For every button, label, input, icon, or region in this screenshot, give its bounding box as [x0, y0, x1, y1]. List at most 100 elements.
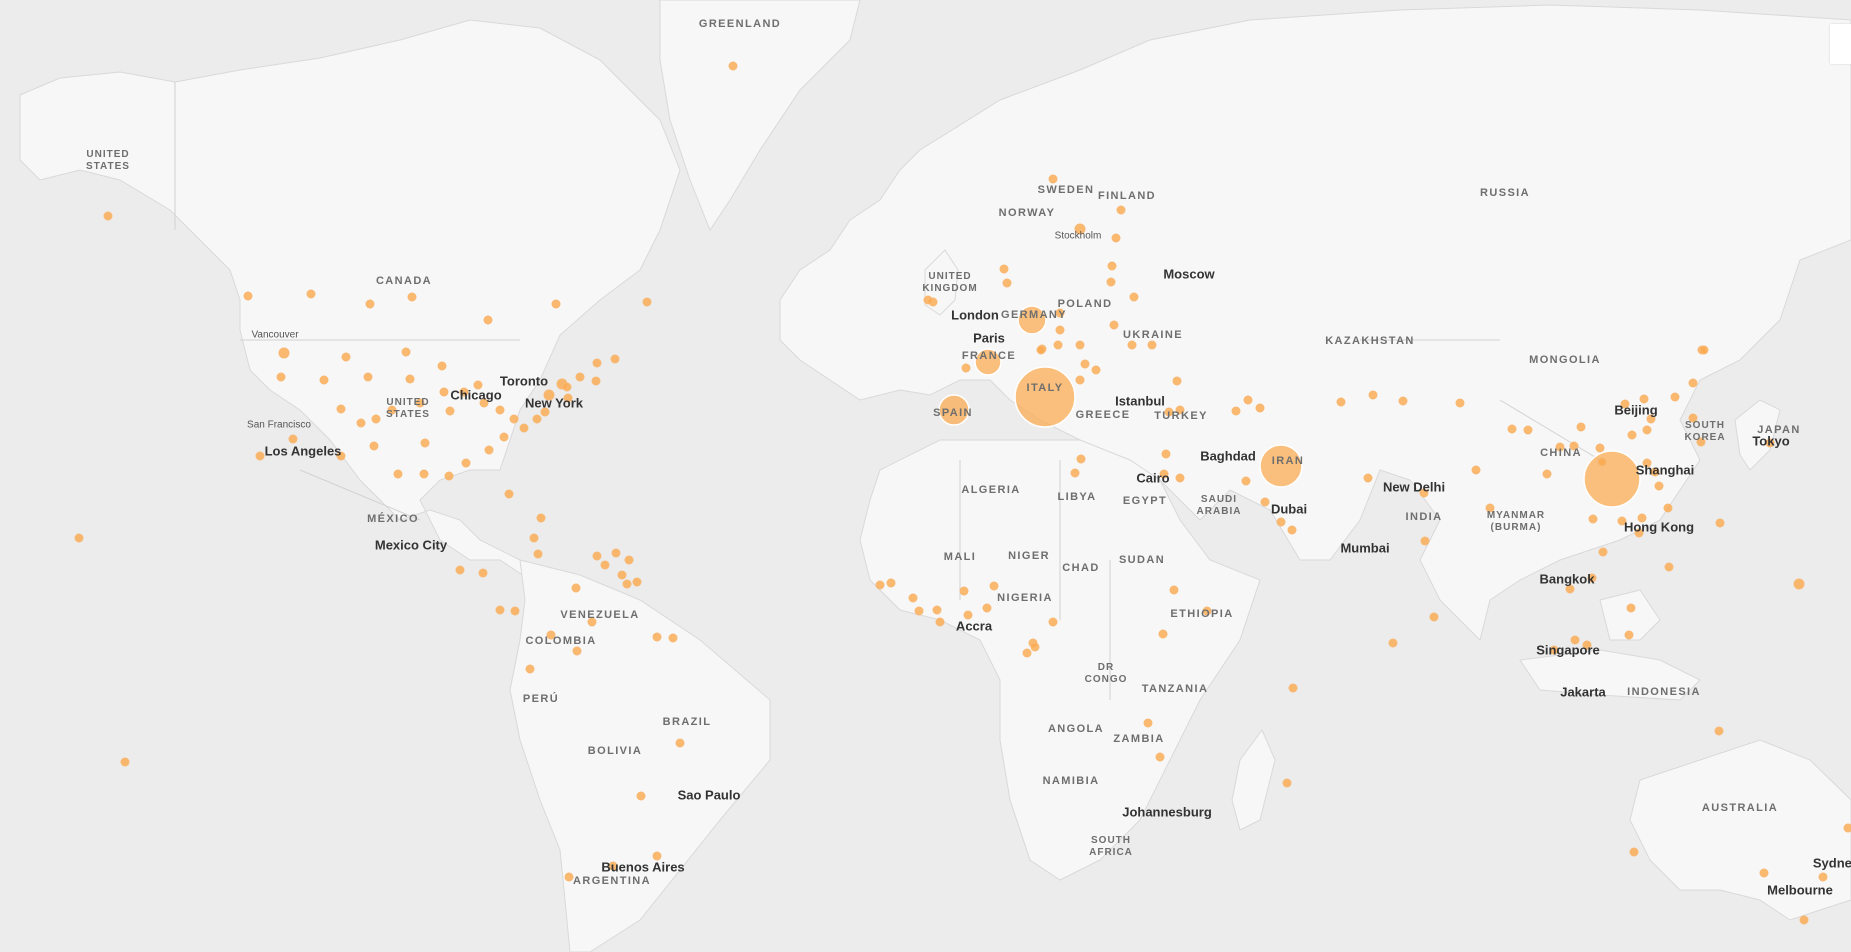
case-marker[interactable]	[546, 630, 556, 640]
case-marker[interactable]	[1642, 458, 1652, 468]
case-marker[interactable]	[608, 861, 618, 871]
case-marker[interactable]	[1843, 823, 1851, 833]
case-marker[interactable]	[393, 469, 403, 479]
case-marker[interactable]	[728, 61, 738, 71]
case-marker[interactable]	[341, 352, 351, 362]
case-marker[interactable]	[1175, 405, 1185, 415]
case-marker[interactable]	[1127, 340, 1137, 350]
case-marker[interactable]	[1419, 488, 1429, 498]
case-marker[interactable]	[371, 414, 381, 424]
case-marker[interactable]	[1595, 443, 1605, 453]
case-marker[interactable]	[1646, 414, 1656, 424]
case-marker[interactable]	[1076, 454, 1086, 464]
case-marker[interactable]	[564, 872, 574, 882]
case-marker[interactable]	[439, 387, 449, 397]
case-marker[interactable]	[908, 593, 918, 603]
case-marker[interactable]	[1080, 359, 1090, 369]
case-marker[interactable]	[959, 586, 969, 596]
case-marker[interactable]	[1617, 516, 1627, 526]
case-marker[interactable]	[587, 617, 597, 627]
case-marker[interactable]	[652, 851, 662, 861]
map-control-panel[interactable]	[1830, 24, 1851, 64]
case-marker[interactable]	[1455, 398, 1465, 408]
case-marker[interactable]	[288, 434, 298, 444]
case-marker[interactable]	[591, 376, 601, 386]
case-marker[interactable]	[1116, 205, 1126, 215]
case-marker[interactable]	[1663, 503, 1673, 513]
case-marker[interactable]	[1639, 394, 1649, 404]
case-marker[interactable]	[1627, 430, 1637, 440]
case-marker[interactable]	[1107, 261, 1117, 271]
case-marker[interactable]	[1597, 457, 1607, 467]
case-marker[interactable]	[572, 646, 582, 656]
case-marker[interactable]	[1624, 630, 1634, 640]
case-marker[interactable]	[445, 406, 455, 416]
case-marker[interactable]	[1111, 233, 1121, 243]
case-marker[interactable]	[1629, 847, 1639, 857]
case-marker[interactable]	[1637, 513, 1647, 523]
case-marker[interactable]	[600, 560, 610, 570]
case-marker[interactable]	[675, 738, 685, 748]
case-marker[interactable]	[632, 577, 642, 587]
case-marker[interactable]	[1642, 425, 1652, 435]
case-marker[interactable]	[1155, 752, 1165, 762]
case-marker[interactable]	[932, 605, 942, 615]
case-marker[interactable]	[1202, 606, 1212, 616]
case-marker[interactable]	[1036, 345, 1046, 355]
case-marker[interactable]	[319, 375, 329, 385]
case-marker[interactable]	[1147, 340, 1157, 350]
case-marker[interactable]	[935, 617, 945, 627]
case-marker[interactable]	[1542, 469, 1552, 479]
case-marker[interactable]	[1053, 340, 1063, 350]
case-marker[interactable]	[982, 603, 992, 613]
case-marker[interactable]	[529, 533, 539, 543]
case-marker[interactable]	[1576, 422, 1586, 432]
case-marker[interactable]	[120, 757, 130, 767]
case-marker[interactable]	[1799, 915, 1809, 925]
case-marker[interactable]	[1048, 174, 1058, 184]
case-marker[interactable]	[1696, 437, 1706, 447]
case-marker[interactable]	[444, 471, 454, 481]
case-marker[interactable]	[1106, 277, 1116, 287]
case-marker[interactable]	[499, 432, 509, 442]
case-marker[interactable]	[1175, 473, 1185, 483]
case-marker[interactable]	[483, 315, 493, 325]
case-marker[interactable]	[1634, 528, 1644, 538]
case-marker[interactable]	[875, 580, 885, 590]
case-marker[interactable]	[1055, 308, 1065, 318]
case-marker[interactable]	[1091, 365, 1101, 375]
case-marker[interactable]	[1368, 390, 1378, 400]
case-marker[interactable]	[1259, 444, 1303, 488]
case-marker[interactable]	[1555, 442, 1565, 452]
case-marker[interactable]	[1429, 612, 1439, 622]
case-marker[interactable]	[74, 533, 84, 543]
case-marker[interactable]	[1022, 648, 1032, 658]
case-marker[interactable]	[495, 605, 505, 615]
case-marker[interactable]	[479, 398, 489, 408]
case-marker[interactable]	[1714, 726, 1724, 736]
case-marker[interactable]	[1363, 473, 1373, 483]
case-marker[interactable]	[1048, 617, 1058, 627]
case-marker[interactable]	[1587, 573, 1597, 583]
case-marker[interactable]	[405, 374, 415, 384]
case-marker[interactable]	[1336, 397, 1346, 407]
case-marker[interactable]	[938, 394, 970, 426]
case-marker[interactable]	[1582, 640, 1592, 650]
case-marker[interactable]	[974, 348, 1002, 376]
case-marker[interactable]	[519, 423, 529, 433]
case-marker[interactable]	[1620, 399, 1630, 409]
case-marker[interactable]	[533, 549, 543, 559]
case-marker[interactable]	[419, 469, 429, 479]
case-marker[interactable]	[571, 583, 581, 593]
case-marker[interactable]	[1255, 403, 1265, 413]
case-marker[interactable]	[536, 513, 546, 523]
case-marker[interactable]	[1765, 438, 1775, 448]
case-marker[interactable]	[610, 354, 620, 364]
case-marker[interactable]	[484, 445, 494, 455]
case-marker[interactable]	[103, 211, 113, 221]
case-marker[interactable]	[525, 664, 535, 674]
case-marker[interactable]	[914, 606, 924, 616]
case-marker[interactable]	[455, 565, 465, 575]
case-marker[interactable]	[1164, 407, 1174, 417]
case-marker[interactable]	[1159, 469, 1169, 479]
